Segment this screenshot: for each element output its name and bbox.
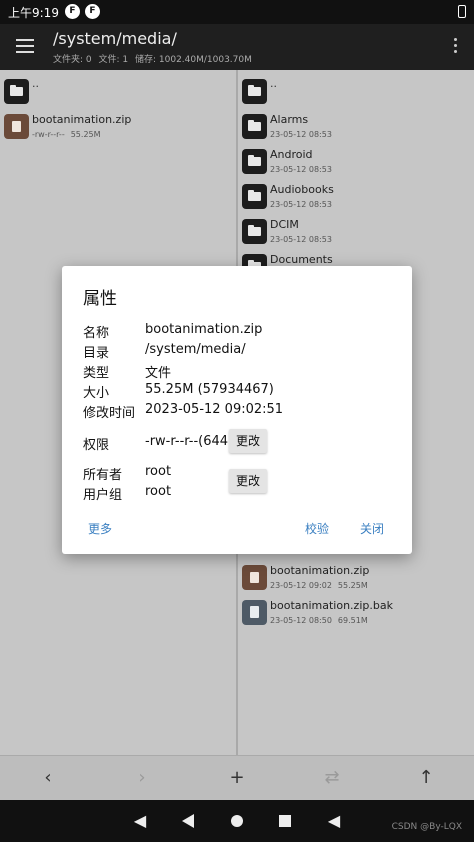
folder-count: 文件夹: 0	[53, 55, 92, 65]
mtime-label: 修改时间	[83, 406, 136, 421]
nav-back-icon[interactable]	[182, 814, 194, 828]
current-path: /system/media/	[53, 29, 177, 48]
close-button[interactable]: 关闭	[360, 520, 384, 537]
file-name: bootanimation.zip	[32, 113, 132, 126]
file-name: Android	[270, 148, 313, 161]
dialog-title: 属性	[83, 289, 117, 309]
file-count: 文件: 1	[98, 55, 129, 65]
status-time: 上午9:19	[8, 6, 59, 20]
folder-icon	[4, 79, 29, 104]
file-name: Audiobooks	[270, 183, 334, 196]
folder-icon	[242, 219, 267, 244]
group-value: root	[145, 484, 172, 499]
group-label: 用户组	[83, 488, 123, 503]
menu-icon[interactable]	[16, 39, 34, 53]
file-name: bootanimation.zip	[270, 564, 370, 577]
file-date: 23-05-12 08:53	[270, 200, 332, 209]
file-size: 55.25M	[70, 130, 101, 139]
folder-icon	[242, 184, 267, 209]
name-value: bootanimation.zip	[145, 322, 263, 337]
dir-label: 目录	[83, 346, 110, 361]
file-permissions: -rw-r--r--	[32, 130, 65, 139]
file-size: 55.25M	[337, 581, 368, 590]
verify-button[interactable]: 校验	[305, 520, 329, 537]
storage-stats: 文件夹: 0 文件: 1 储存: 1002.40M/1003.70M	[53, 52, 256, 65]
folder-icon	[242, 79, 267, 104]
change-owner-button[interactable]: 更改	[229, 469, 267, 493]
file-meta: 23-05-12 08:50 69.51M	[270, 616, 368, 625]
volume-down-icon[interactable]: ◀	[128, 810, 152, 832]
list-item[interactable]: DCIM 23-05-12 08:53	[238, 214, 474, 249]
folder-icon	[242, 114, 267, 139]
swap-panes-icon[interactable]: ⇄	[317, 764, 347, 792]
storage-usage: 储存: 1002.40M/1003.70M	[135, 55, 252, 65]
file-date: 23-05-12 09:02	[270, 581, 332, 590]
file-name: bootanimation.zip.bak	[270, 599, 393, 612]
properties-dialog: 属性 名称 bootanimation.zip 目录 /system/media…	[62, 266, 412, 554]
zip-file-icon	[242, 565, 267, 590]
file-name: ..	[32, 77, 39, 90]
up-directory-icon[interactable]: ↑	[411, 764, 441, 792]
file-name: Alarms	[270, 113, 309, 126]
list-item[interactable]: Audiobooks 23-05-12 08:53	[238, 179, 474, 214]
type-value: 文件	[145, 366, 172, 381]
notification-icon: F	[65, 4, 80, 19]
nav-home-icon[interactable]	[231, 815, 243, 827]
file-meta: -rw-r--r-- 55.25M	[32, 130, 101, 139]
back-icon[interactable]: ‹	[33, 764, 63, 792]
forward-icon[interactable]: ›	[127, 764, 157, 792]
status-bar: 上午9:19 F F	[0, 0, 474, 24]
list-item[interactable]: bootanimation.zip -rw-r--r-- 55.25M	[0, 109, 236, 144]
notification-icon: F	[85, 4, 100, 19]
file-size: 69.51M	[337, 616, 368, 625]
list-item-parent[interactable]: ..	[238, 74, 474, 109]
file-meta: 23-05-12 09:02 55.25M	[270, 581, 368, 590]
list-item[interactable]: Alarms 23-05-12 08:53	[238, 109, 474, 144]
watermark: CSDN @By-LQX	[391, 822, 462, 832]
type-label: 类型	[83, 366, 110, 381]
file-date: 23-05-12 08:50	[270, 616, 332, 625]
add-icon[interactable]: +	[222, 764, 252, 792]
file-name: DCIM	[270, 218, 299, 231]
file-icon	[242, 600, 267, 625]
size-label: 大小	[83, 386, 110, 401]
volume-up-icon[interactable]: ◀	[322, 810, 346, 832]
list-item[interactable]: bootanimation.zip 23-05-12 09:02 55.25M	[238, 560, 474, 595]
zip-file-icon	[4, 114, 29, 139]
dir-value: /system/media/	[145, 342, 246, 357]
file-name: Documents	[270, 253, 333, 266]
nav-recents-icon[interactable]	[279, 815, 291, 827]
file-date: 23-05-12 08:53	[270, 165, 332, 174]
app-toolbar: /system/media/ 文件夹: 0 文件: 1 储存: 1002.40M…	[0, 24, 474, 70]
file-date: 23-05-12 08:53	[270, 130, 332, 139]
file-date: 23-05-12 08:53	[270, 235, 332, 244]
size-value: 55.25M (57934467)	[145, 382, 274, 397]
permission-label: 权限	[83, 438, 110, 453]
mtime-value: 2023-05-12 09:02:51	[145, 402, 284, 417]
list-item-parent[interactable]: ..	[0, 74, 236, 109]
name-label: 名称	[83, 326, 110, 341]
more-button[interactable]: 更多	[88, 520, 112, 537]
folder-icon	[242, 149, 267, 174]
list-item[interactable]: bootanimation.zip.bak 23-05-12 08:50 69.5…	[238, 595, 474, 630]
bottom-toolbar: ‹ › + ⇄ ↑	[0, 755, 474, 800]
owner-label: 所有者	[83, 468, 123, 483]
change-permission-button[interactable]: 更改	[229, 429, 267, 453]
owner-value: root	[145, 464, 172, 479]
permission-value: -rw-r--r--(644)	[145, 434, 234, 449]
file-name: ..	[270, 77, 277, 90]
battery-icon	[458, 5, 466, 18]
list-item[interactable]: Android 23-05-12 08:53	[238, 144, 474, 179]
more-options-icon[interactable]	[454, 38, 458, 56]
